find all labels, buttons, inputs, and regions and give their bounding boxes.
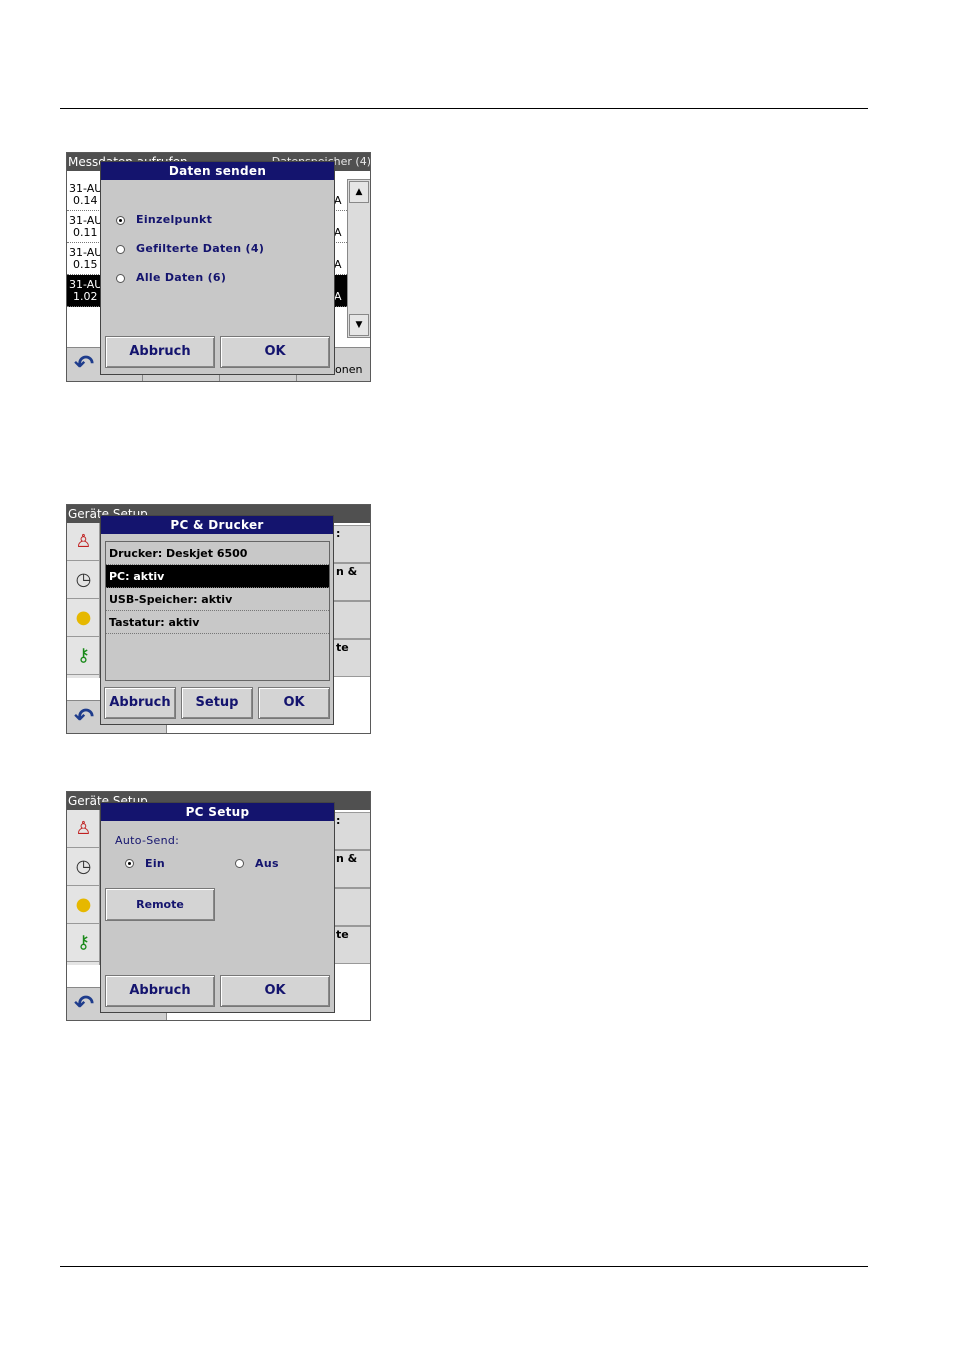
setup-sidebar: ♙ ◷ ● ⚷ [67, 523, 100, 678]
cancel-button[interactable]: Abbruch [105, 975, 215, 1007]
row-value: 1.02 [73, 290, 98, 303]
right-button[interactable]: : [333, 812, 370, 850]
row-value: 0.15 [73, 258, 98, 271]
right-button-label: n & [336, 565, 358, 578]
radio-filtered-data[interactable] [116, 245, 125, 254]
pc-item[interactable]: PC: aktiv [106, 565, 329, 588]
auto-send-label: Auto-Send: [115, 834, 180, 847]
bottom-rule [60, 1266, 868, 1267]
right-button[interactable]: n & [333, 563, 370, 601]
printer-item[interactable]: Drucker: Deskjet 6500 [106, 542, 329, 565]
dialog-title: PC Setup [101, 803, 334, 821]
right-button-label: : [336, 814, 341, 827]
cancel-button[interactable]: Abbruch [104, 687, 176, 719]
right-button[interactable] [333, 601, 370, 639]
user-icon[interactable]: ♙ [67, 523, 100, 561]
scroll-down-icon[interactable]: ▼ [349, 314, 369, 336]
right-button[interactable]: : [333, 525, 370, 563]
ok-button[interactable]: OK [220, 975, 330, 1007]
pc-printer-dialog: PC & Drucker Drucker: Deskjet 6500 PC: a… [100, 515, 334, 725]
right-button-label: te [336, 641, 349, 654]
row-unit: A [334, 290, 342, 303]
row-unit: A [334, 258, 342, 271]
radio-single-point[interactable] [116, 216, 125, 225]
lamp-icon[interactable]: ● [67, 886, 100, 924]
screen-pc-setup: Geräte Setup ♙ ◷ ● ⚷ : n & te ↶ PC Setup… [66, 791, 371, 1021]
remote-button[interactable]: Remote [105, 888, 215, 921]
right-button[interactable]: te [333, 926, 370, 964]
option-label[interactable]: Einzelpunkt [136, 213, 212, 226]
back-arrow-icon[interactable]: ↶ [71, 991, 97, 1017]
right-button[interactable] [333, 888, 370, 926]
ok-button[interactable]: OK [220, 336, 330, 368]
lamp-icon[interactable]: ● [67, 599, 100, 637]
clock-calendar-icon[interactable]: ◷ [67, 848, 100, 886]
dialog-title: PC & Drucker [101, 516, 333, 534]
send-data-dialog: Daten senden Einzelpunkt Gefilterte Date… [100, 161, 335, 375]
on-label[interactable]: Ein [145, 857, 165, 870]
row-value: 0.11 [73, 226, 98, 239]
row-unit: A [334, 194, 342, 207]
key-icon[interactable]: ⚷ [67, 637, 100, 675]
scrollbar[interactable]: ▲ ▼ [347, 179, 370, 338]
pc-setup-dialog: PC Setup Auto-Send: Ein Aus Remote Abbru… [100, 802, 335, 1013]
back-arrow-icon[interactable]: ↶ [71, 351, 97, 377]
option-label[interactable]: Gefilterte Daten (4) [136, 242, 264, 255]
ok-button[interactable]: OK [258, 687, 330, 719]
right-button[interactable]: te [333, 639, 370, 677]
clock-calendar-icon[interactable]: ◷ [67, 561, 100, 599]
usb-storage-item[interactable]: USB-Speicher: aktiv [106, 588, 329, 611]
right-button[interactable]: n & [333, 850, 370, 888]
off-label[interactable]: Aus [255, 857, 279, 870]
device-list: Drucker: Deskjet 6500 PC: aktiv USB-Spei… [105, 541, 330, 681]
right-button-label: n & [336, 852, 358, 865]
keyboard-item[interactable]: Tastatur: aktiv [106, 611, 329, 634]
dialog-title: Daten senden [101, 162, 334, 180]
scroll-up-icon[interactable]: ▲ [349, 181, 369, 203]
back-arrow-icon[interactable]: ↶ [71, 704, 97, 730]
screen-send-data: Messdaten aufrufen Datenspeicher (4) 31-… [66, 152, 371, 382]
options-tab-label[interactable]: onen [335, 363, 362, 376]
setup-button[interactable]: Setup [181, 687, 253, 719]
right-button-label: : [336, 527, 341, 540]
row-unit: A [334, 226, 342, 239]
radio-all-data[interactable] [116, 274, 125, 283]
right-button-label: te [336, 928, 349, 941]
key-icon[interactable]: ⚷ [67, 924, 100, 962]
setup-sidebar: ♙ ◷ ● ⚷ [67, 810, 100, 965]
radio-on[interactable] [125, 859, 134, 868]
option-label[interactable]: Alle Daten (6) [136, 271, 226, 284]
row-value: 0.14 [73, 194, 98, 207]
screen-pc-printer: Geräte Setup ♙ ◷ ● ⚷ : n & te ↶ PC & Dru… [66, 504, 371, 734]
top-rule [60, 108, 868, 109]
user-icon[interactable]: ♙ [67, 810, 100, 848]
cancel-button[interactable]: Abbruch [105, 336, 215, 368]
radio-off[interactable] [235, 859, 244, 868]
